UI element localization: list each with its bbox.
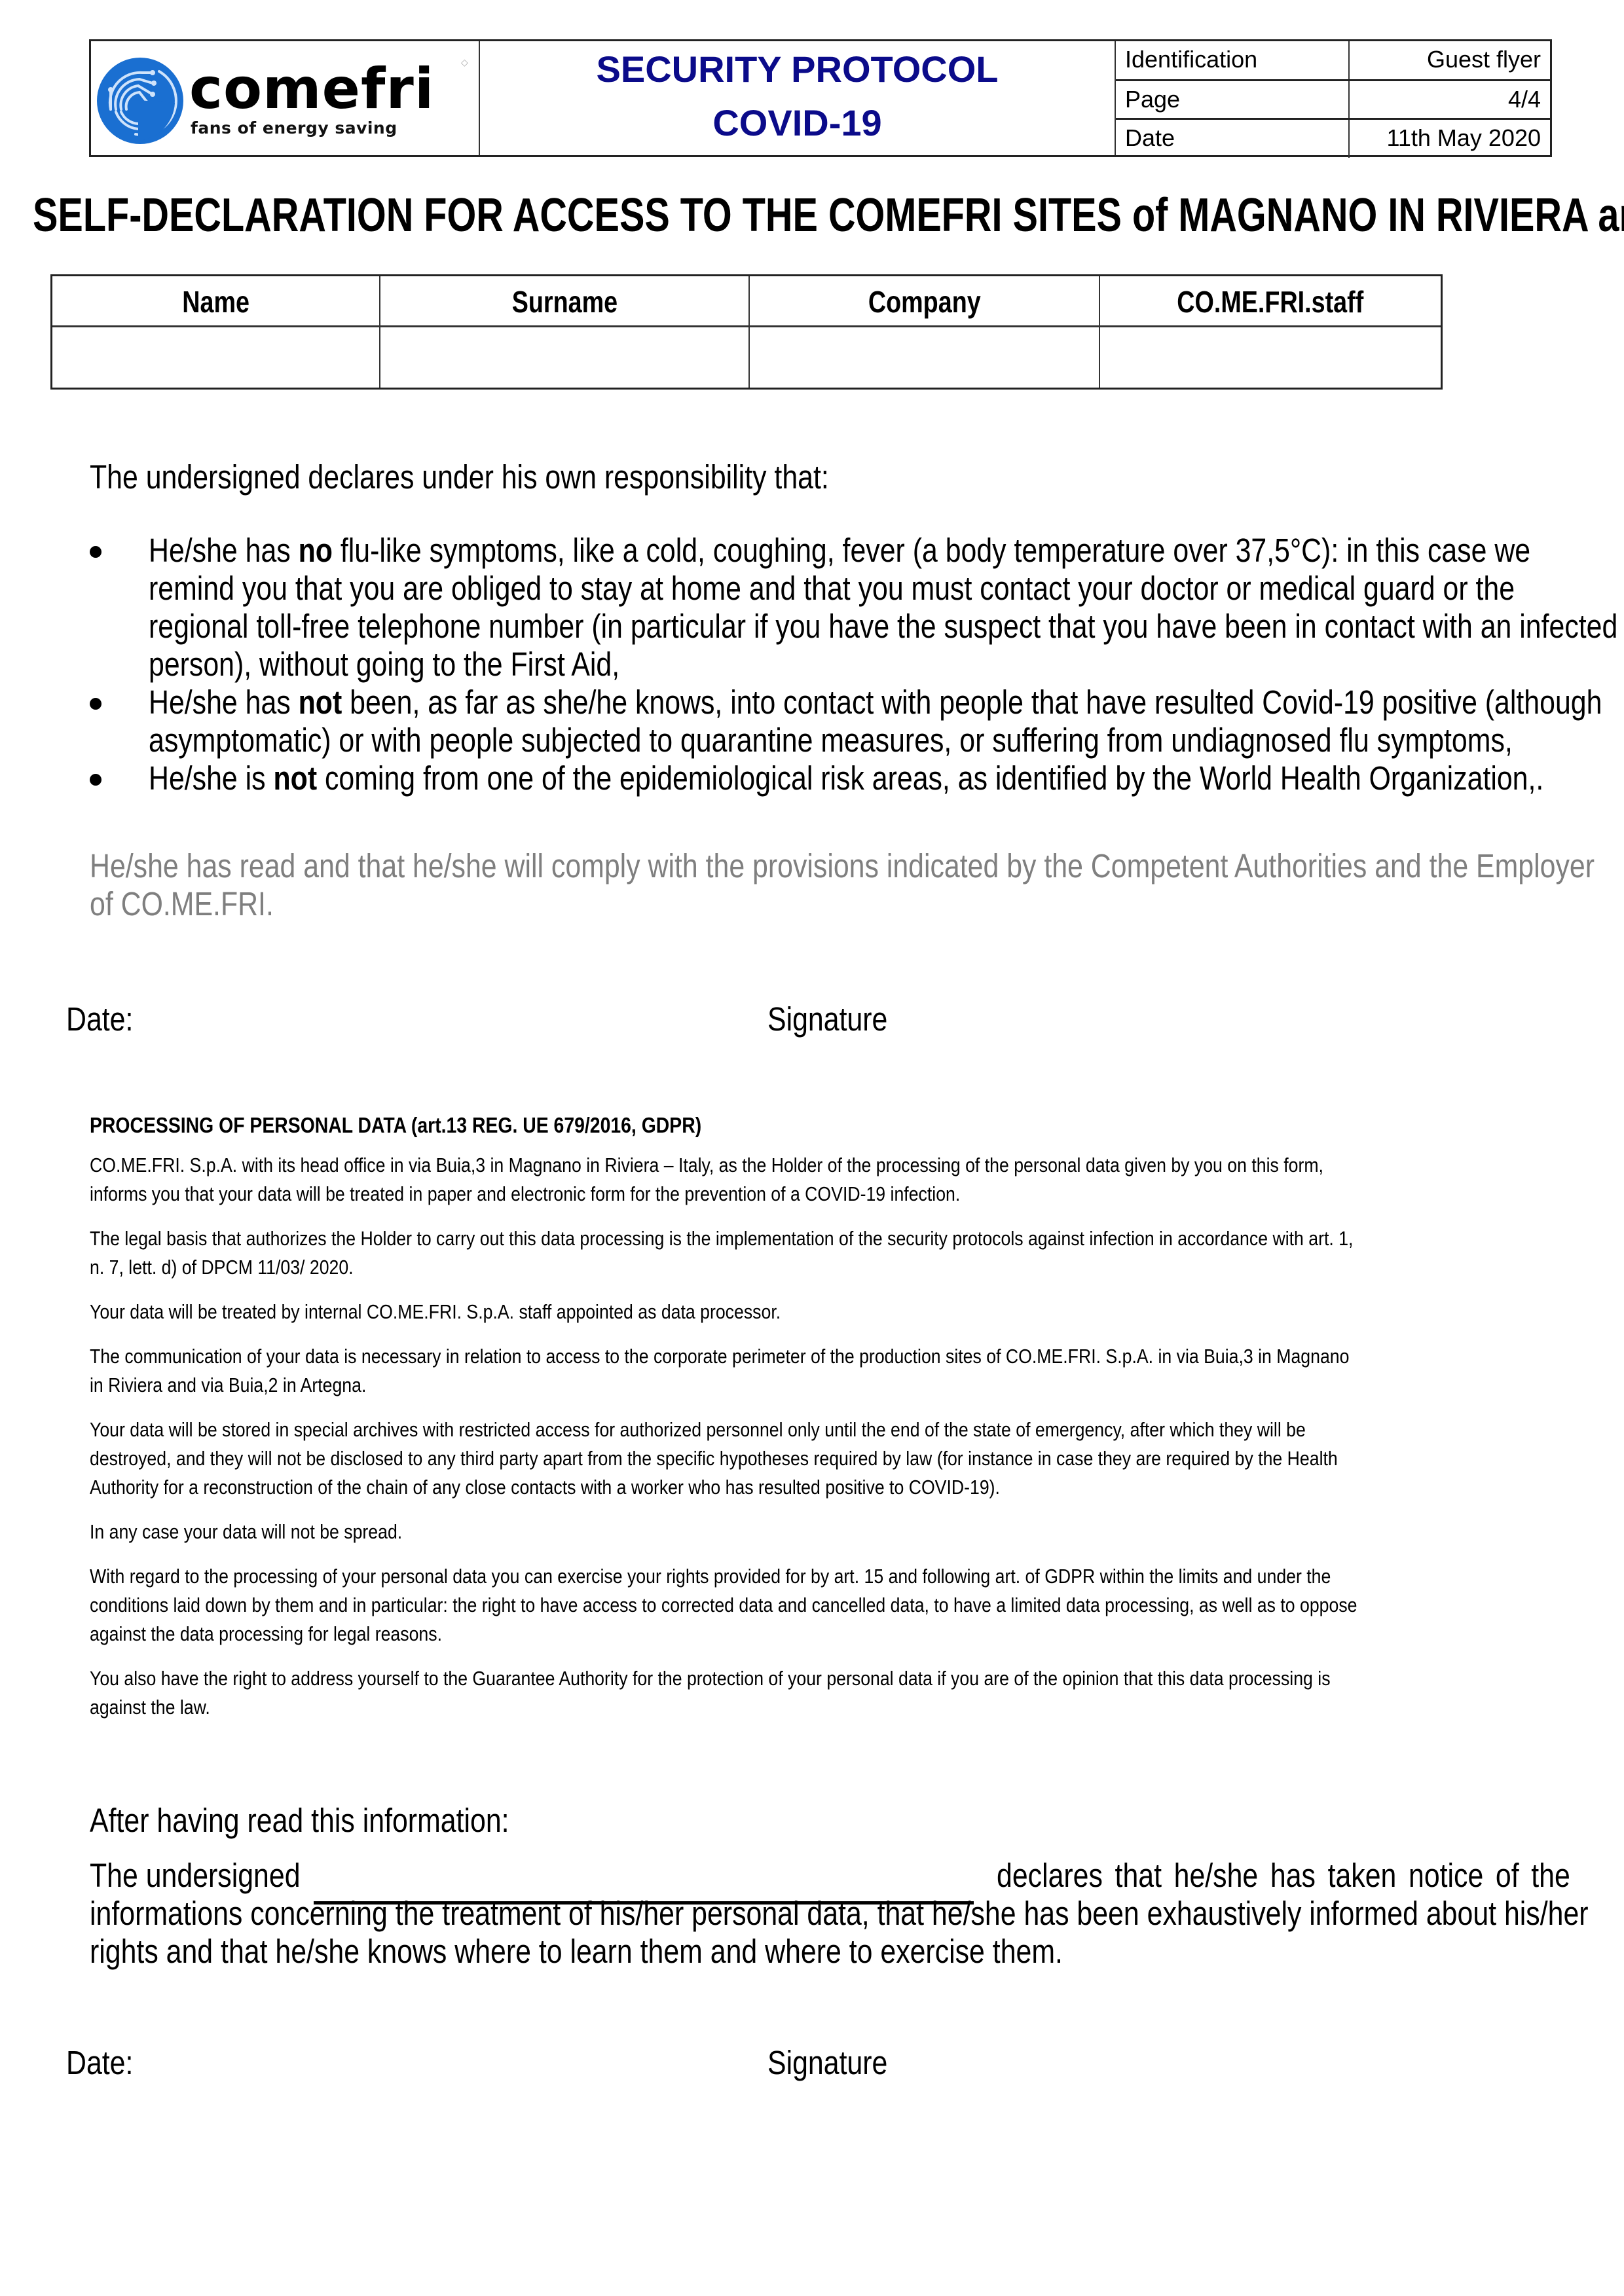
- info-label: Page: [1116, 81, 1350, 119]
- page-title: SELF-DECLARATION FOR ACCESS TO THE COMEF…: [33, 189, 1624, 242]
- gdpr-paragraph-line: against the data processing for legal re…: [90, 1622, 442, 1645]
- header-label: Surname: [511, 285, 618, 319]
- bullet-line: person), without going to the First Aid,: [149, 646, 620, 683]
- declares-text: declares that he/she has taken notice of…: [997, 1857, 1570, 1894]
- acknowledgement-intro: After having read this information:: [90, 1802, 509, 1839]
- gdpr-paragraph-line: Authority for a reconstruction of the ch…: [90, 1476, 1000, 1499]
- date-label: Date:: [66, 1000, 134, 1038]
- column-staff: CO.ME.FRI.staff: [1100, 276, 1441, 388]
- gdpr-paragraph-line: Your data will be stored in special arch…: [90, 1418, 1306, 1441]
- registered-mark-icon: ◇: [461, 57, 468, 67]
- gdpr-paragraph-line: informs you that your data will be treat…: [90, 1182, 961, 1205]
- gdpr-paragraph-line: conditions laid down by them and in part…: [90, 1594, 1357, 1616]
- signature-label: Signature: [767, 1000, 888, 1038]
- bullet-line: remind you that you are obliged to stay …: [149, 570, 1515, 607]
- gdpr-paragraph-line: against the law.: [90, 1696, 210, 1719]
- column-header-name: Name: [52, 276, 379, 327]
- protocol-title: SECURITY PROTOCOL: [596, 48, 999, 90]
- gdpr-paragraph-line: The legal basis that authorizes the Hold…: [90, 1227, 1354, 1250]
- fan-circle-logo-icon: [97, 58, 183, 144]
- document-header: comefri fans of energy saving ◇ SECURITY…: [89, 39, 1552, 158]
- logo-brand-name: comefri: [189, 56, 435, 122]
- gdpr-paragraph-line: The communication of your data is necess…: [90, 1345, 1350, 1368]
- column-name: Name: [52, 276, 380, 388]
- column-header-surname: Surname: [380, 276, 748, 327]
- acknowledgement-line: informations concerning the treatment of…: [90, 1895, 1589, 1932]
- bullet-icon: [90, 698, 101, 710]
- info-row-date: Date 11th May 2020: [1116, 118, 1550, 158]
- column-header-company: Company: [750, 276, 1099, 327]
- surname-field[interactable]: [380, 327, 748, 388]
- company-field[interactable]: [750, 327, 1099, 388]
- header-label: Name: [182, 285, 249, 319]
- gdpr-paragraph-line: With regard to the processing of your pe…: [90, 1565, 1331, 1588]
- info-value: 11th May 2020: [1386, 124, 1541, 151]
- logo-cell: comefri fans of energy saving ◇: [91, 41, 480, 155]
- column-header-staff: CO.ME.FRI.staff: [1100, 276, 1441, 327]
- declaration-intro: The undersigned declares under his own r…: [90, 458, 970, 496]
- compliance-line: He/she has read and that he/she will com…: [90, 847, 1595, 884]
- bullet-line: regional toll-free telephone number (in …: [149, 608, 1618, 645]
- info-label: Identification: [1116, 41, 1350, 79]
- person-details-table: Name Surname Company CO.ME.FRI.staff: [50, 274, 1443, 390]
- document-info-table: Identification Guest flyer Page 4/4 Date…: [1116, 41, 1550, 158]
- staff-field[interactable]: [1100, 327, 1441, 388]
- name-field[interactable]: [52, 327, 379, 388]
- bullet-line: He/she has no flu-like symptoms, like a …: [149, 532, 1531, 569]
- signature-label: Signature: [767, 2044, 888, 2081]
- undersigned-label: The undersigned: [90, 1857, 301, 1894]
- gdpr-paragraph-line: Your data will be treated by internal CO…: [90, 1300, 781, 1323]
- header-label: CO.ME.FRI.staff: [1177, 285, 1364, 319]
- bullet-icon: [90, 774, 101, 786]
- header-label: Company: [868, 285, 981, 319]
- gdpr-paragraph-line: n. 7, lett. d) of DPCM 11/03/ 2020.: [90, 1256, 354, 1279]
- info-label: Date: [1116, 120, 1350, 158]
- bullet-icon: [90, 546, 101, 558]
- gdpr-paragraph-line: CO.ME.FRI. S.p.A. with its head office i…: [90, 1154, 1323, 1176]
- info-row-page: Page 4/4: [1116, 79, 1550, 119]
- info-value: Guest flyer: [1426, 46, 1541, 73]
- info-row-identification: Identification Guest flyer: [1116, 41, 1550, 79]
- logo-tagline: fans of energy saving: [191, 118, 397, 137]
- compliance-line: of CO.ME.FRI.: [90, 885, 274, 922]
- bullet-line: asymptomatic) or with people subjected t…: [149, 721, 1513, 759]
- bullet-line: He/she has not been, as far as she/he kn…: [149, 683, 1602, 721]
- info-value: 4/4: [1507, 86, 1541, 113]
- column-surname: Surname: [380, 276, 750, 388]
- compliance-statement: He/she has read and that he/she will com…: [90, 847, 1624, 923]
- gdpr-paragraph-line: in Riviera and via Buia,2 in Artegna.: [90, 1374, 367, 1396]
- gdpr-heading: PROCESSING OF PERSONAL DATA (art.13 REG.…: [90, 1113, 702, 1137]
- bullet-line: He/she is not coming from one of the epi…: [149, 759, 1544, 797]
- acknowledgement-line: rights and that he/she knows where to le…: [90, 1933, 1063, 1970]
- gdpr-paragraph-line: In any case your data will not be spread…: [90, 1520, 403, 1543]
- gdpr-paragraph-line: You also have the right to address yours…: [90, 1667, 1331, 1690]
- declaration-intro-text: The undersigned declares under his own r…: [90, 458, 829, 496]
- protocol-title-cell: SECURITY PROTOCOL COVID-19: [480, 41, 1116, 155]
- protocol-subtitle: COVID-19: [712, 102, 882, 143]
- column-company: Company: [750, 276, 1100, 388]
- gdpr-paragraph-line: destroyed, and they will not be disclose…: [90, 1447, 1338, 1470]
- page-title-text: SELF-DECLARATION FOR ACCESS TO THE COMEF…: [33, 189, 1624, 242]
- date-label: Date:: [66, 2044, 134, 2081]
